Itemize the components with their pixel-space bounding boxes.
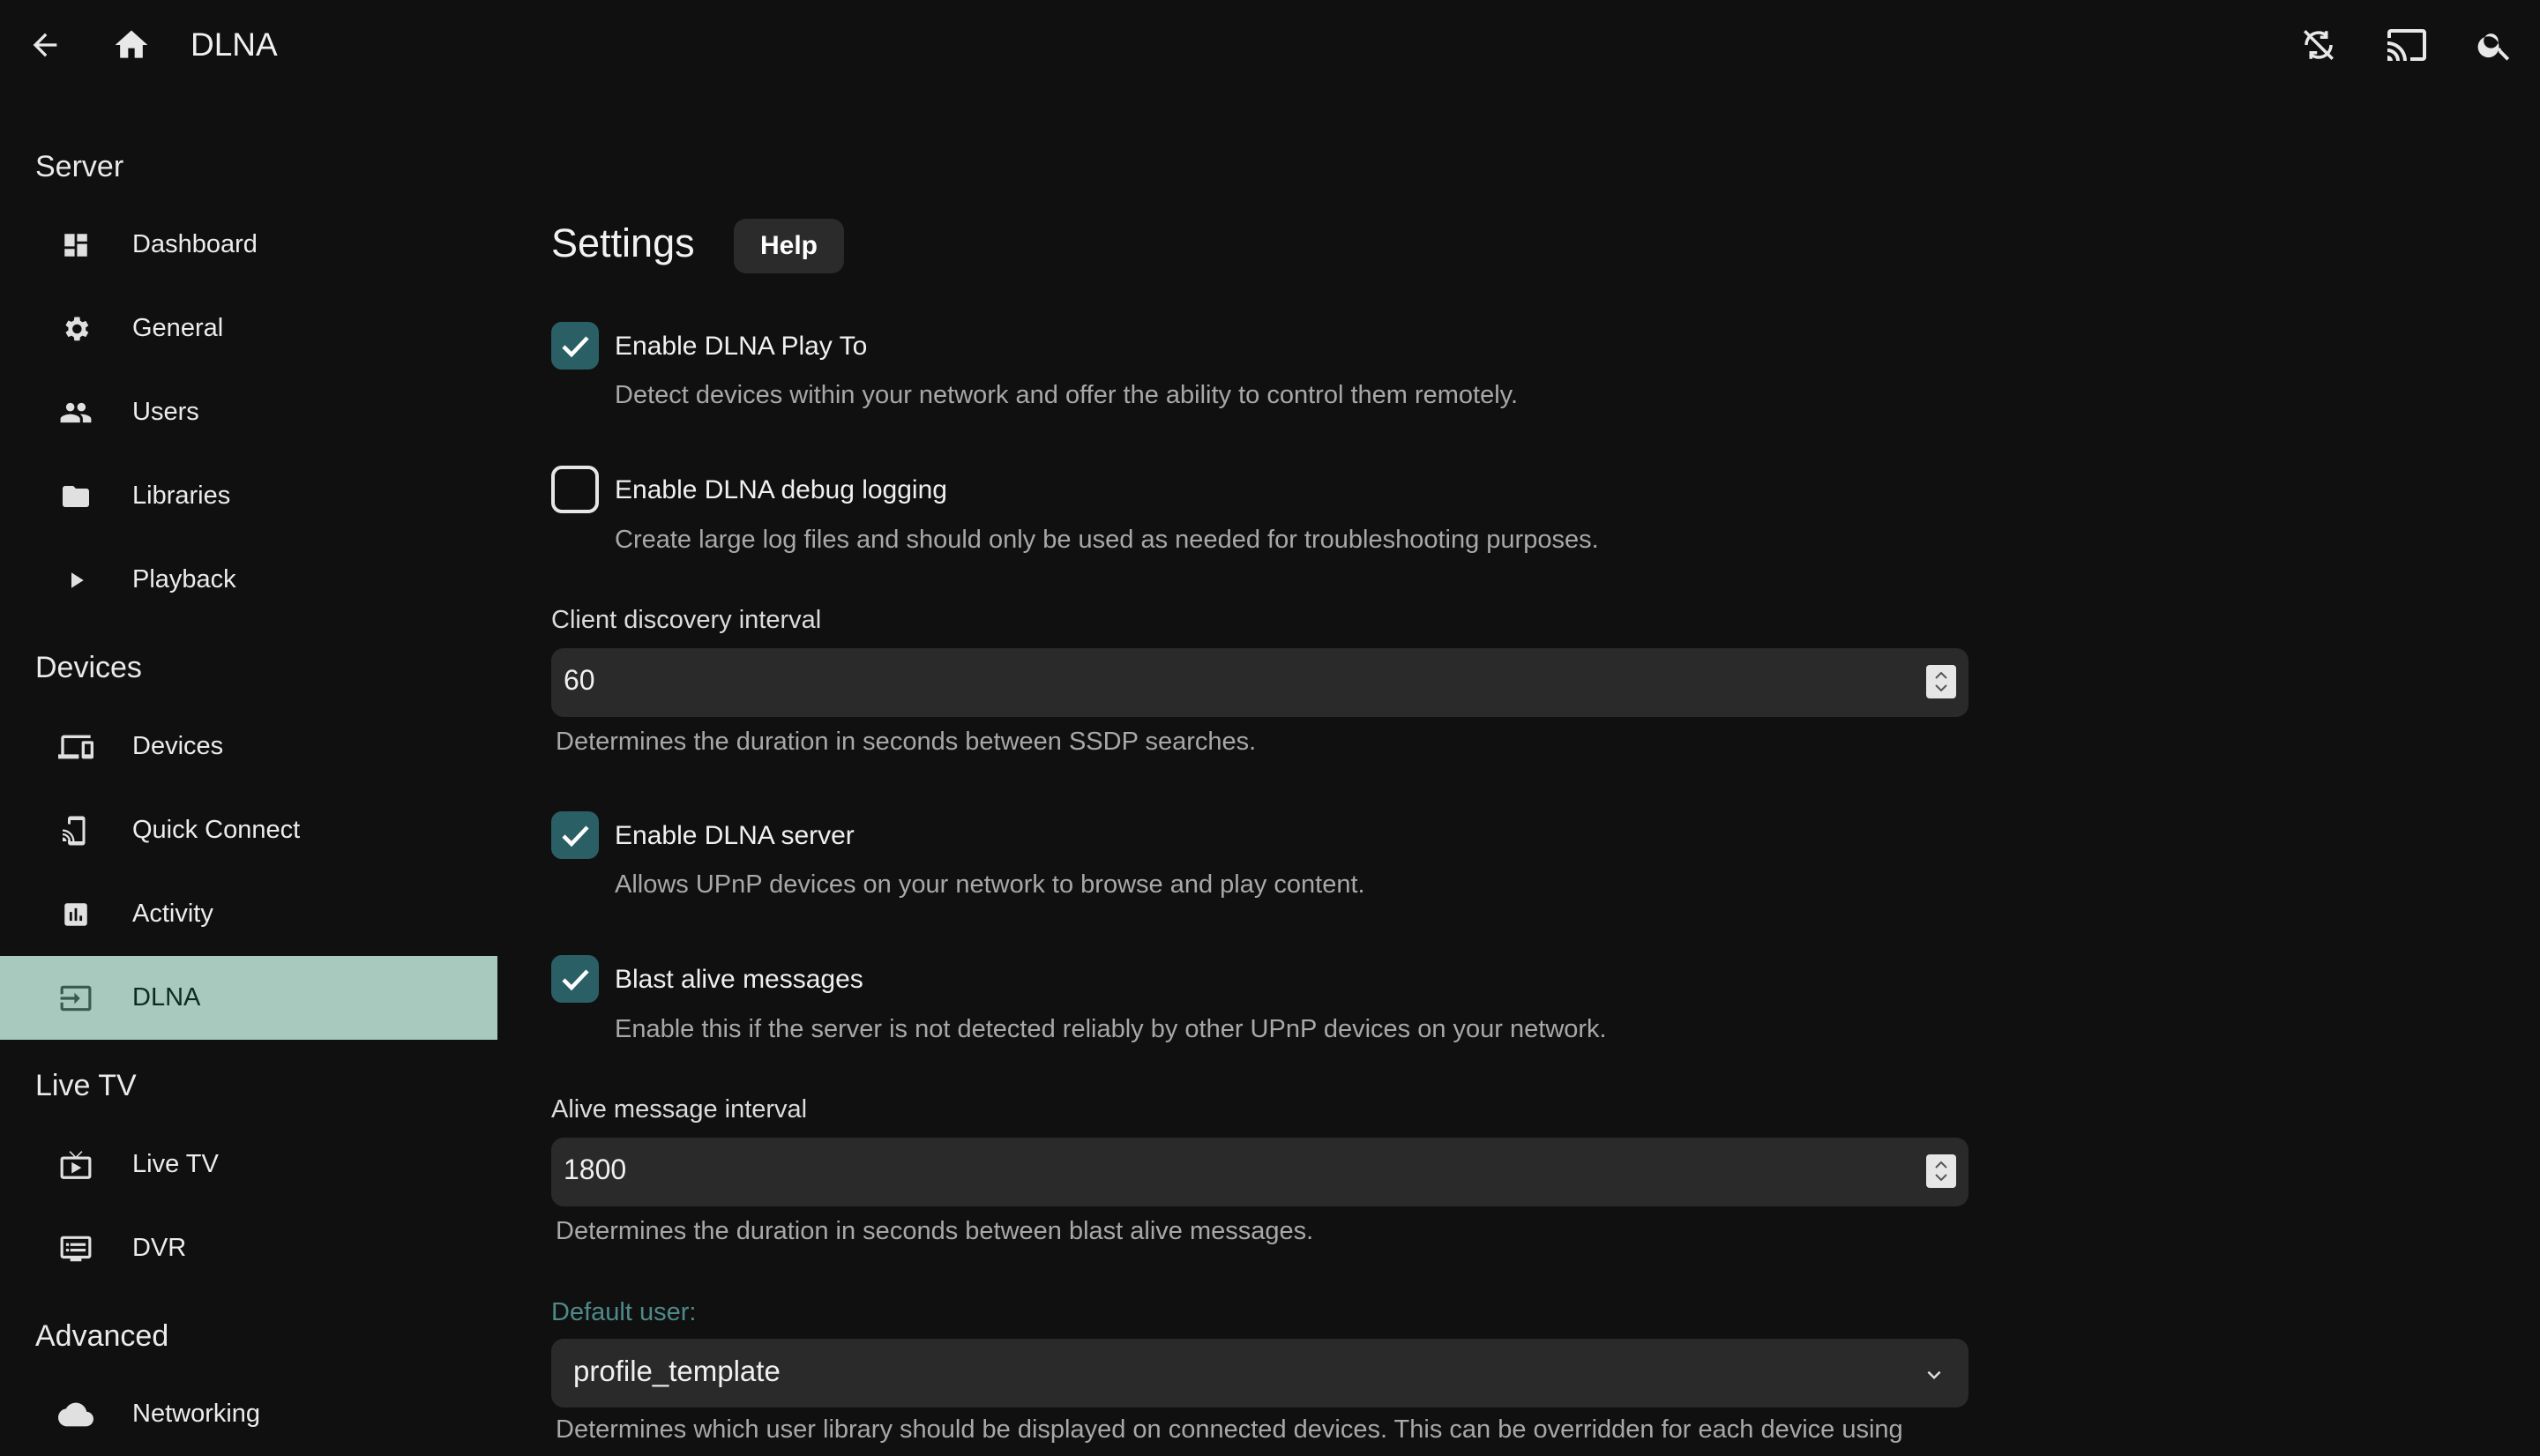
sync-disabled-icon[interactable] bbox=[2293, 19, 2344, 71]
chevron-down-icon bbox=[1921, 1362, 1947, 1393]
sidebar-item-devices[interactable]: Devices bbox=[0, 705, 497, 788]
default-user-description: Determines which user library should be … bbox=[556, 1415, 1903, 1444]
sidebar-item-general[interactable]: General bbox=[0, 287, 497, 370]
debug-logging-checkbox[interactable] bbox=[551, 466, 599, 513]
debug-logging-label: Enable DLNA debug logging bbox=[615, 475, 947, 504]
section-title-server: Server bbox=[35, 150, 124, 183]
discovery-interval-label: Client discovery interval bbox=[551, 606, 822, 634]
blast-alive-description: Enable this if the server is not detecte… bbox=[615, 1015, 1607, 1043]
gear-icon bbox=[58, 311, 93, 347]
discovery-interval-description: Determines the duration in seconds betwe… bbox=[556, 728, 1257, 756]
top-app-bar: DLNA bbox=[0, 0, 2540, 90]
sidebar-item-label: Networking bbox=[132, 1400, 261, 1428]
play-icon bbox=[58, 563, 93, 598]
alive-interval-value: 1800 bbox=[564, 1154, 627, 1185]
default-user-select[interactable]: profile_template bbox=[551, 1339, 1968, 1407]
section-title-advanced: Advanced bbox=[35, 1319, 169, 1353]
sidebar-item-label: Devices bbox=[132, 732, 224, 760]
discovery-interval-input[interactable]: 60 bbox=[551, 648, 1968, 717]
play-to-description: Detect devices within your network and o… bbox=[615, 381, 1519, 409]
alive-interval-description: Determines the duration in seconds betwe… bbox=[556, 1217, 1314, 1245]
help-button[interactable]: Help bbox=[734, 219, 844, 273]
page-title: DLNA bbox=[190, 26, 278, 63]
sidebar-item-users[interactable]: Users bbox=[0, 370, 497, 454]
default-user-label: Default user: bbox=[551, 1298, 697, 1326]
checkmark-icon bbox=[562, 825, 589, 847]
input-icon bbox=[58, 981, 93, 1016]
home-icon[interactable] bbox=[106, 19, 157, 71]
sidebar-item-label: DVR bbox=[132, 1234, 187, 1262]
number-spinner[interactable] bbox=[1926, 665, 1956, 698]
chart-icon bbox=[58, 897, 93, 932]
blast-alive-checkbox[interactable] bbox=[551, 955, 599, 1003]
sidebar-item-activity[interactable]: Activity bbox=[0, 872, 497, 956]
checkmark-icon bbox=[562, 969, 589, 991]
blast-alive-label: Blast alive messages bbox=[615, 965, 863, 994]
back-arrow-icon[interactable] bbox=[19, 19, 71, 71]
sidebar-item-label: DLNA bbox=[132, 983, 201, 1012]
section-title-devices: Devices bbox=[35, 651, 142, 684]
sidebar-item-live-tv[interactable]: Live TV bbox=[0, 1123, 497, 1206]
spinner-arrows-icon bbox=[1935, 1161, 1947, 1182]
sidebar-item-label: Dashboard bbox=[132, 230, 258, 258]
alive-interval-label: Alive message interval bbox=[551, 1095, 808, 1124]
dlna-server-label: Enable DLNA server bbox=[615, 821, 855, 850]
sidebar-item-libraries[interactable]: Libraries bbox=[0, 454, 497, 538]
phone-cast-icon bbox=[58, 813, 93, 848]
sidebar-item-label: Activity bbox=[132, 900, 213, 928]
debug-logging-description: Create large log files and should only b… bbox=[615, 526, 1599, 554]
cloud-icon bbox=[58, 1397, 93, 1432]
dlna-server-checkbox[interactable] bbox=[551, 811, 599, 859]
cast-icon[interactable] bbox=[2381, 19, 2432, 71]
default-user-value: profile_template bbox=[573, 1355, 781, 1387]
sidebar-item-label: Libraries bbox=[132, 482, 231, 510]
sidebar-item-label: Playback bbox=[132, 565, 236, 594]
sidebar-item-dlna[interactable]: DLNA bbox=[0, 956, 497, 1040]
checkmark-icon bbox=[562, 336, 589, 358]
sidebar-item-networking[interactable]: Networking bbox=[0, 1372, 497, 1456]
discovery-interval-value: 60 bbox=[564, 664, 595, 696]
sidebar: Server Dashboard General Users Libraries… bbox=[0, 90, 497, 1432]
search-icon[interactable] bbox=[2469, 19, 2521, 71]
people-icon bbox=[58, 395, 93, 430]
number-spinner[interactable] bbox=[1926, 1154, 1956, 1188]
alive-interval-input[interactable]: 1800 bbox=[551, 1138, 1968, 1206]
settings-heading: Settings bbox=[551, 220, 695, 265]
spinner-arrows-icon bbox=[1935, 671, 1947, 692]
sidebar-item-label: Live TV bbox=[132, 1150, 219, 1178]
dashboard-icon bbox=[58, 228, 93, 263]
dvr-icon bbox=[58, 1231, 93, 1266]
folder-icon bbox=[58, 479, 93, 514]
sidebar-item-dashboard[interactable]: Dashboard bbox=[0, 203, 497, 287]
sidebar-item-dvr[interactable]: DVR bbox=[0, 1206, 497, 1290]
sidebar-item-label: General bbox=[132, 314, 224, 342]
sidebar-item-label: Quick Connect bbox=[132, 816, 301, 844]
sidebar-item-playback[interactable]: Playback bbox=[0, 538, 497, 622]
play-to-checkbox[interactable] bbox=[551, 322, 599, 370]
sidebar-item-quick-connect[interactable]: Quick Connect bbox=[0, 788, 497, 872]
sidebar-item-label: Users bbox=[132, 398, 199, 426]
devices-icon bbox=[58, 729, 93, 765]
play-to-label: Enable DLNA Play To bbox=[615, 332, 868, 361]
dlna-server-description: Allows UPnP devices on your network to b… bbox=[615, 870, 1365, 899]
section-title-live-tv: Live TV bbox=[35, 1069, 137, 1102]
live-tv-icon bbox=[58, 1147, 93, 1183]
